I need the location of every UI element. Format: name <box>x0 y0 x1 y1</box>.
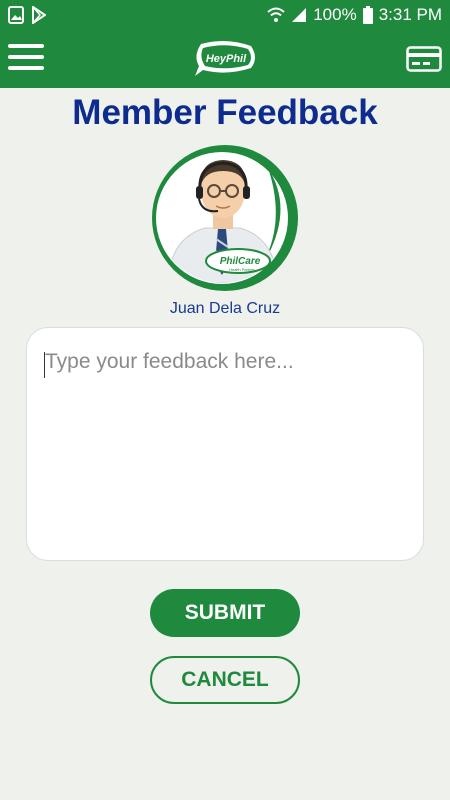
wifi-icon <box>267 7 285 22</box>
agent-avatar: PhilCare Health Partner <box>152 145 298 291</box>
image-notification-icon <box>8 6 24 24</box>
page-title: Member Feedback <box>72 93 378 132</box>
feedback-input[interactable] <box>26 327 424 561</box>
cancel-button[interactable]: CANCEL <box>150 656 300 704</box>
member-card-icon[interactable] <box>406 46 442 72</box>
play-store-icon <box>32 6 46 24</box>
logo-text: HeyPhil <box>206 53 247 65</box>
signal-icon <box>292 8 307 22</box>
submit-button[interactable]: SUBMIT <box>150 589 300 637</box>
philcare-badge: PhilCare <box>220 256 261 267</box>
hamburger-menu-icon[interactable] <box>8 44 44 74</box>
philcare-badge-subtext: Health Partner <box>229 267 255 272</box>
battery-percent: 100% <box>313 5 357 24</box>
battery-icon <box>362 6 373 24</box>
text-caret <box>44 352 45 378</box>
heyphil-logo: HeyPhil <box>195 40 255 76</box>
clock: 3:31 PM <box>378 5 442 24</box>
member-name: Juan Dela Cruz <box>169 300 281 317</box>
app-bar: HeyPhil <box>0 30 450 88</box>
status-bar: 100% 3:31 PM <box>0 0 450 30</box>
